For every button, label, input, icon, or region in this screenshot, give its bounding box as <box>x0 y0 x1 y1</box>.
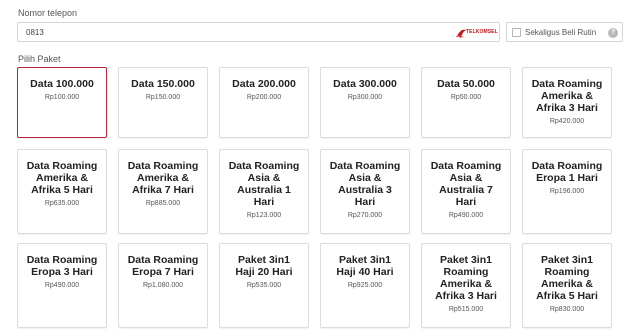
package-card[interactable]: Data 50.000 Rp50.000 <box>421 67 511 138</box>
package-price: Rp270.000 <box>347 212 383 219</box>
package-card[interactable]: Data Roaming Eropa 1 Hari Rp196.000 <box>522 149 612 234</box>
package-name: Data Roaming Asia & Australia 3 Hari <box>329 160 401 208</box>
package-price: Rp535.000 <box>246 282 282 289</box>
package-price: Rp100.000 <box>44 94 80 101</box>
package-price: Rp885.000 <box>145 200 181 207</box>
phone-value: 0813 <box>26 28 44 37</box>
package-name: Paket 3in1 Roaming Amerika & Afrika 3 Ha… <box>435 254 497 302</box>
package-name: Data Roaming Eropa 7 Hari <box>127 254 199 278</box>
pilih-paket-label: Pilih Paket <box>18 54 61 64</box>
package-card[interactable]: Data Roaming Asia & Australia 7 Hari Rp49… <box>421 149 511 234</box>
package-name: Data 50.000 <box>437 78 495 90</box>
package-price: Rp200.000 <box>246 94 282 101</box>
package-card[interactable]: Data Roaming Asia & Australia 3 Hari Rp27… <box>320 149 410 234</box>
rutin-option[interactable]: Sekaligus Beli Rutin ? <box>506 22 623 42</box>
rutin-checkbox[interactable] <box>512 28 521 37</box>
package-name: Data Roaming Eropa 1 Hari <box>531 160 603 184</box>
package-name: Data 300.000 <box>333 78 397 90</box>
phone-label: Nomor telepon <box>18 8 78 18</box>
package-name: Paket 3in1 Haji 40 Hari <box>336 254 394 278</box>
package-price: Rp925.000 <box>347 282 383 289</box>
package-price: Rp490.000 <box>44 282 80 289</box>
package-card[interactable]: Paket 3in1 Haji 20 Hari Rp535.000 <box>219 243 309 328</box>
telkomsel-logo-icon: TELKOMSEL <box>455 26 498 40</box>
package-price: Rp420.000 <box>549 118 585 125</box>
package-price: Rp1.080.000 <box>142 282 184 289</box>
package-name: Data Roaming Amerika & Afrika 5 Hari <box>26 160 98 196</box>
help-icon[interactable]: ? <box>608 28 618 38</box>
phone-input[interactable]: 0813 TELKOMSEL <box>17 22 500 42</box>
package-name: Data Roaming Asia & Australia 7 Hari <box>430 160 502 208</box>
package-card[interactable]: Data Roaming Asia & Australia 1 Hari Rp12… <box>219 149 309 234</box>
package-card[interactable]: Data Roaming Eropa 7 Hari Rp1.080.000 <box>118 243 208 328</box>
package-card[interactable]: Paket 3in1 Roaming Amerika & Afrika 3 Ha… <box>421 243 511 328</box>
package-price: Rp123.000 <box>246 212 282 219</box>
package-name: Data 150.000 <box>131 78 195 90</box>
package-name: Paket 3in1 Haji 20 Hari <box>235 254 293 278</box>
operator-name: TELKOMSEL <box>466 29 498 35</box>
package-name: Data Roaming Asia & Australia 1 Hari <box>228 160 300 208</box>
package-name: Paket 3in1 Roaming Amerika & Afrika 5 Ha… <box>536 254 598 302</box>
package-card[interactable]: Data Roaming Amerika & Afrika 5 Hari Rp63… <box>17 149 107 234</box>
package-card[interactable]: Data 300.000 Rp300.000 <box>320 67 410 138</box>
package-name: Data 100.000 <box>30 78 94 90</box>
package-card[interactable]: Data Roaming Amerika & Afrika 3 Hari Rp42… <box>522 67 612 138</box>
package-price: Rp635.000 <box>44 200 80 207</box>
package-price: Rp830.000 <box>549 306 585 313</box>
package-card[interactable]: Paket 3in1 Roaming Amerika & Afrika 5 Ha… <box>522 243 612 328</box>
package-price: Rp196.000 <box>549 188 585 195</box>
package-card[interactable]: Paket 3in1 Haji 40 Hari Rp925.000 <box>320 243 410 328</box>
package-card[interactable]: Data Roaming Eropa 3 Hari Rp490.000 <box>17 243 107 328</box>
package-card[interactable]: Data Roaming Amerika & Afrika 7 Hari Rp88… <box>118 149 208 234</box>
package-card[interactable]: Data 150.000 Rp150.000 <box>118 67 208 138</box>
package-price: Rp150.000 <box>145 94 181 101</box>
package-name: Data Roaming Amerika & Afrika 3 Hari <box>531 78 603 114</box>
package-name: Data Roaming Eropa 3 Hari <box>26 254 98 278</box>
rutin-label: Sekaligus Beli Rutin <box>525 28 597 37</box>
package-card[interactable]: Data 200.000 Rp200.000 <box>219 67 309 138</box>
package-card[interactable]: Data 100.000 Rp100.000 <box>17 67 107 138</box>
package-name: Data Roaming Amerika & Afrika 7 Hari <box>127 160 199 196</box>
package-price: Rp515.000 <box>448 306 484 313</box>
package-name: Data 200.000 <box>232 78 296 90</box>
package-price: Rp490.000 <box>448 212 484 219</box>
package-price: Rp300.000 <box>347 94 383 101</box>
phone-row: 0813 TELKOMSEL Sekaligus Beli Rutin ? <box>17 22 623 42</box>
package-price: Rp50.000 <box>450 94 482 101</box>
